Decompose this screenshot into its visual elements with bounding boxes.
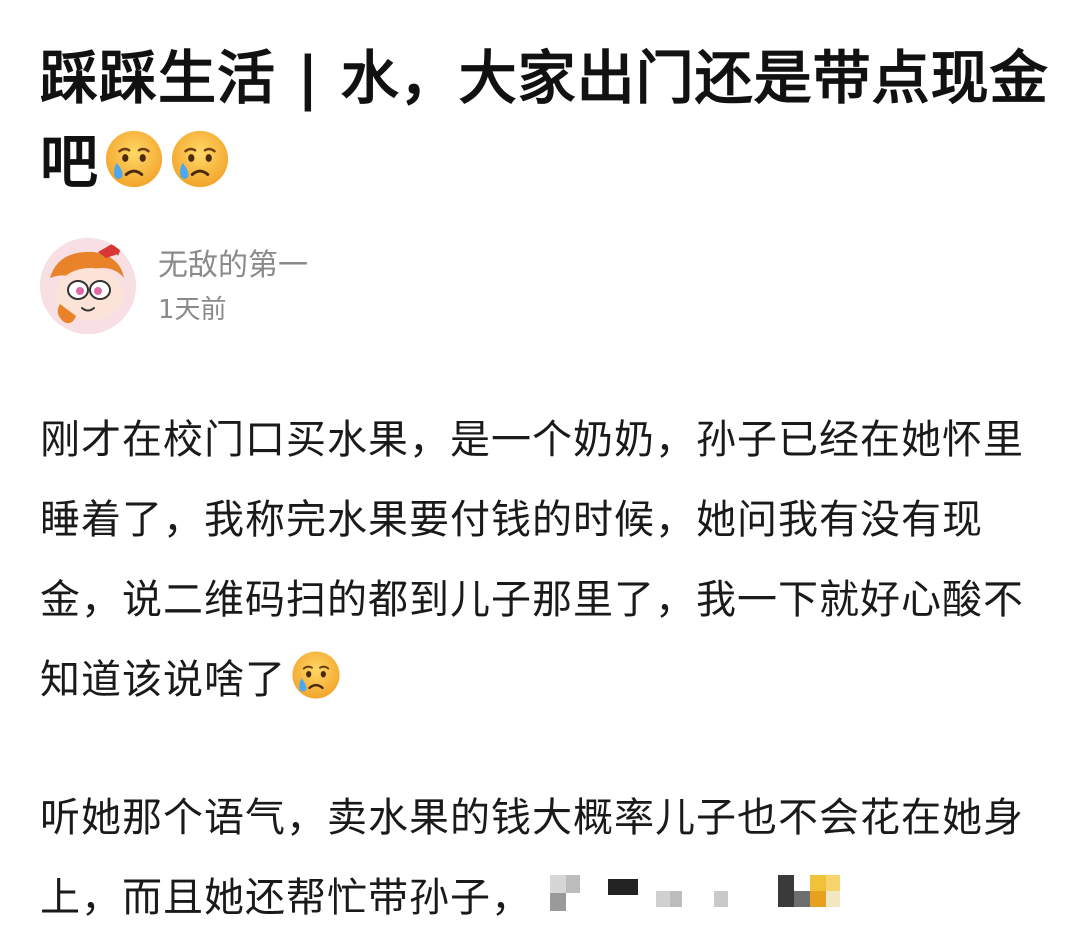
crying-face-icon xyxy=(171,130,229,188)
crying-face-icon xyxy=(292,651,340,699)
post-time: 1天前 xyxy=(158,295,227,325)
post-paragraph-2: 听她那个语气，卖水果的钱大概率儿子也不会花在她身上，而且她还帮忙带孙子， xyxy=(40,778,1040,938)
author-block[interactable]: 无敌的第一 1天前 xyxy=(40,238,640,336)
paragraph-2-text: 听她那个语气，卖水果的钱大概率儿子也不会花在她身上，而且她还帮忙带孙子， xyxy=(40,795,1024,921)
post-paragraph-1: 刚才在校门口买水果，是一个奶奶，孙子已经在她怀里睡着了，我称完水果要付钱的时候，… xyxy=(40,400,1040,720)
crying-face-icon xyxy=(105,130,163,188)
pixelated-censor-icon xyxy=(550,875,840,911)
post-title: 踩踩生活 | 水，大家出门还是带点现金吧 xyxy=(40,36,1050,204)
cartoon-girl-avatar-icon xyxy=(40,238,136,334)
author-name[interactable]: 无敌的第一 xyxy=(158,246,308,286)
paragraph-1-text: 刚才在校门口买水果，是一个奶奶，孙子已经在她怀里睡着了，我称完水果要付钱的时候，… xyxy=(40,417,1024,703)
post-page: 踩踩生活 | 水，大家出门还是带点现金吧 无敌的第一 1天前 刚才在校门口买水果… xyxy=(0,0,1080,948)
avatar[interactable] xyxy=(40,238,136,334)
